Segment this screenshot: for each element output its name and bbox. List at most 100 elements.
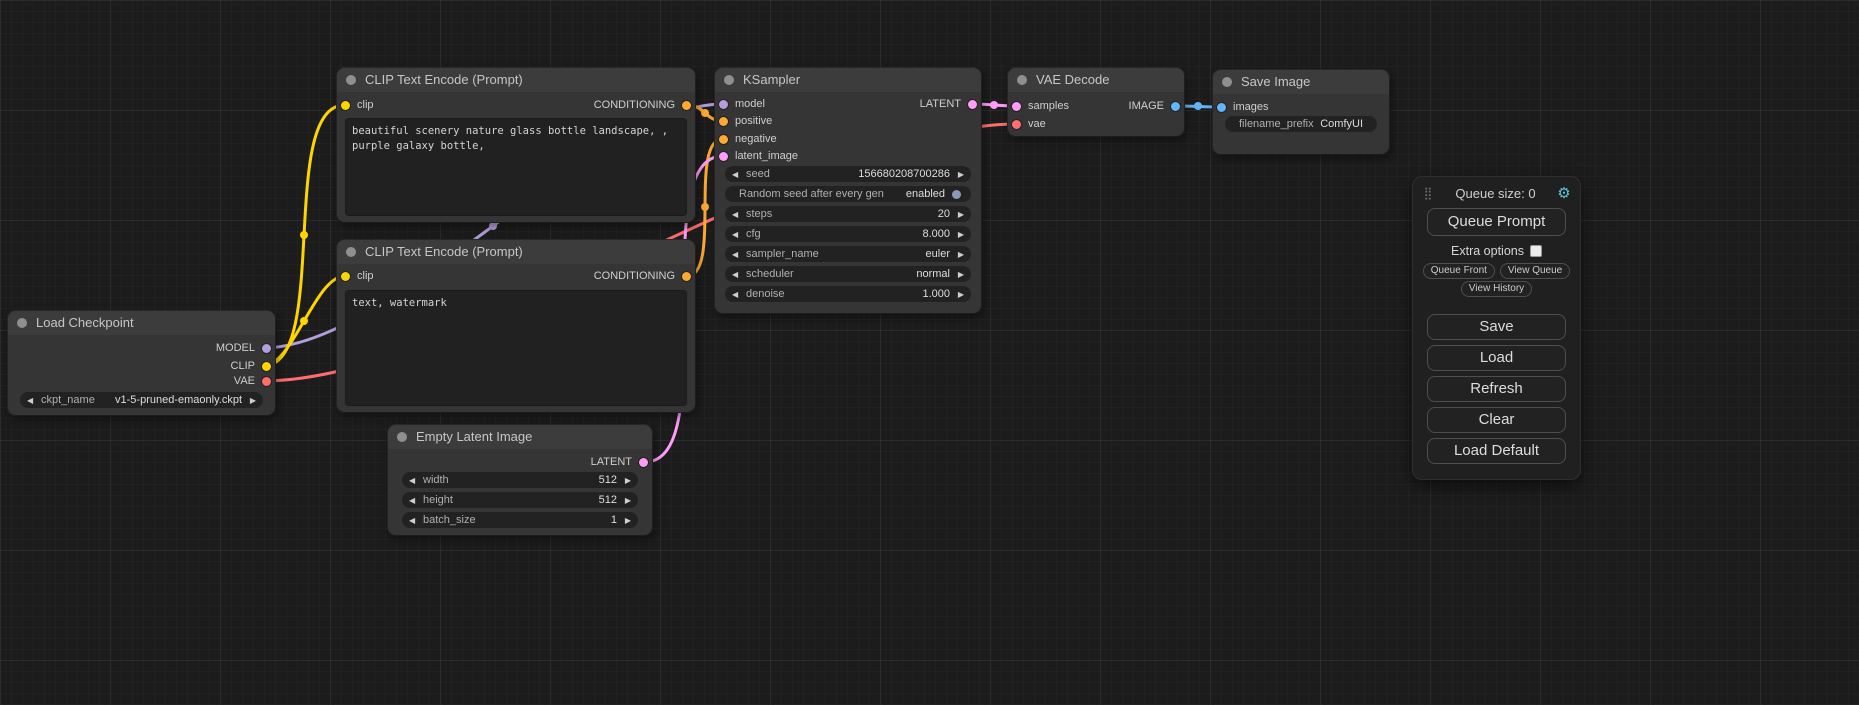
node-title-bar[interactable]: VAE Decode xyxy=(1008,68,1184,92)
node-title-bar[interactable]: Empty Latent Image xyxy=(388,425,652,449)
settings-gear-icon[interactable]: ⚙ xyxy=(1554,184,1574,202)
increment-arrow-icon[interactable]: ▶ xyxy=(954,170,964,179)
widget-filename-prefix[interactable]: filename_prefix ComfyUI xyxy=(1225,116,1377,132)
decrement-arrow-icon[interactable]: ◀ xyxy=(732,230,742,239)
collapse-dot-icon[interactable] xyxy=(1222,77,1232,87)
collapse-dot-icon[interactable] xyxy=(346,75,356,85)
increment-arrow-icon[interactable]: ▶ xyxy=(954,270,964,279)
input-slot-samples[interactable]: samples xyxy=(1012,99,1069,113)
collapse-dot-icon[interactable] xyxy=(346,247,356,257)
slot-dot[interactable] xyxy=(341,272,350,281)
decrement-arrow-icon[interactable]: ◀ xyxy=(732,210,742,219)
slot-dot[interactable] xyxy=(341,101,350,110)
output-slot-image[interactable]: IMAGE xyxy=(1129,99,1180,113)
output-slot-conditioning[interactable]: CONDITIONING xyxy=(594,98,691,112)
slot-dot[interactable] xyxy=(719,100,728,109)
decrement-arrow-icon[interactable]: ◀ xyxy=(409,496,419,505)
output-slot-clip[interactable]: CLIP xyxy=(231,359,271,373)
slot-dot[interactable] xyxy=(262,377,271,386)
decrement-arrow-icon[interactable]: ◀ xyxy=(27,396,37,405)
slot-dot[interactable] xyxy=(262,362,271,371)
increment-arrow-icon[interactable]: ▶ xyxy=(954,290,964,299)
input-slot-positive[interactable]: positive xyxy=(719,114,772,128)
node-save-image[interactable]: Save Image images filename_prefix ComfyU… xyxy=(1213,70,1389,154)
widget-sampler-name[interactable]: ◀ sampler_name euler ▶ xyxy=(725,246,971,262)
output-slot-conditioning[interactable]: CONDITIONING xyxy=(594,269,691,283)
slot-dot[interactable] xyxy=(719,135,728,144)
toggle-dot-icon[interactable] xyxy=(952,190,961,199)
input-slot-clip[interactable]: clip xyxy=(341,269,374,283)
widget-cfg[interactable]: ◀ cfg 8.000 ▶ xyxy=(725,226,971,242)
view-history-button[interactable]: View History xyxy=(1461,281,1532,297)
collapse-dot-icon[interactable] xyxy=(17,318,27,328)
extra-options-checkbox[interactable] xyxy=(1530,245,1542,257)
input-slot-images[interactable]: images xyxy=(1217,100,1268,114)
collapse-dot-icon[interactable] xyxy=(724,75,734,85)
prompt-textarea[interactable]: beautiful scenery nature glass bottle la… xyxy=(345,118,687,216)
output-slot-latent[interactable]: LATENT xyxy=(920,97,977,111)
node-ksampler[interactable]: KSampler model positive negative latent_… xyxy=(715,68,981,313)
node-empty-latent-image[interactable]: Empty Latent Image LATENT ◀ width 512 ▶ … xyxy=(388,425,652,535)
node-title-bar[interactable]: KSampler xyxy=(715,68,981,92)
input-slot-vae[interactable]: vae xyxy=(1012,117,1046,131)
slot-dot[interactable] xyxy=(639,458,648,467)
clear-button[interactable]: Clear xyxy=(1427,407,1566,433)
slot-dot[interactable] xyxy=(1012,120,1021,129)
load-button[interactable]: Load xyxy=(1427,345,1566,371)
save-button[interactable]: Save xyxy=(1427,314,1566,340)
output-slot-vae[interactable]: VAE xyxy=(234,374,271,388)
prompt-textarea[interactable]: text, watermark xyxy=(345,290,687,406)
widget-batch-size[interactable]: ◀ batch_size 1 ▶ xyxy=(402,512,638,528)
node-title-bar[interactable]: CLIP Text Encode (Prompt) xyxy=(337,68,695,92)
slot-dot[interactable] xyxy=(682,101,691,110)
widget-random-seed-toggle[interactable]: Random seed after every gen enabled xyxy=(725,186,971,202)
slot-dot[interactable] xyxy=(262,344,271,353)
node-title-bar[interactable]: Load Checkpoint xyxy=(8,311,275,335)
collapse-dot-icon[interactable] xyxy=(1017,75,1027,85)
node-title-bar[interactable]: CLIP Text Encode (Prompt) xyxy=(337,240,695,264)
node-graph-canvas[interactable]: Load Checkpoint MODEL CLIP VAE ◀ ckpt_na… xyxy=(0,0,1859,705)
increment-arrow-icon[interactable]: ▶ xyxy=(621,496,631,505)
widget-scheduler[interactable]: ◀ scheduler normal ▶ xyxy=(725,266,971,282)
queue-prompt-button[interactable]: Queue Prompt xyxy=(1427,208,1566,236)
widget-denoise[interactable]: ◀ denoise 1.000 ▶ xyxy=(725,286,971,302)
slot-dot[interactable] xyxy=(719,117,728,126)
increment-arrow-icon[interactable]: ▶ xyxy=(954,210,964,219)
view-queue-button[interactable]: View Queue xyxy=(1500,263,1570,279)
increment-arrow-icon[interactable]: ▶ xyxy=(954,230,964,239)
input-slot-latent-image[interactable]: latent_image xyxy=(719,149,798,163)
slot-dot[interactable] xyxy=(1012,102,1021,111)
collapse-dot-icon[interactable] xyxy=(397,432,407,442)
increment-arrow-icon[interactable]: ▶ xyxy=(621,516,631,525)
widget-width[interactable]: ◀ width 512 ▶ xyxy=(402,472,638,488)
refresh-button[interactable]: Refresh xyxy=(1427,376,1566,402)
slot-dot[interactable] xyxy=(682,272,691,281)
node-load-checkpoint[interactable]: Load Checkpoint MODEL CLIP VAE ◀ ckpt_na… xyxy=(8,311,275,415)
increment-arrow-icon[interactable]: ▶ xyxy=(954,250,964,259)
output-slot-latent[interactable]: LATENT xyxy=(591,455,648,469)
widget-steps[interactable]: ◀ steps 20 ▶ xyxy=(725,206,971,222)
slot-dot[interactable] xyxy=(1171,102,1180,111)
decrement-arrow-icon[interactable]: ◀ xyxy=(409,516,419,525)
node-vae-decode[interactable]: VAE Decode samples vae IMAGE xyxy=(1008,68,1184,136)
load-default-button[interactable]: Load Default xyxy=(1427,438,1566,464)
increment-arrow-icon[interactable]: ▶ xyxy=(621,476,631,485)
node-clip-text-encode-positive[interactable]: CLIP Text Encode (Prompt) clip CONDITION… xyxy=(337,68,695,222)
input-slot-clip[interactable]: clip xyxy=(341,98,374,112)
node-clip-text-encode-negative[interactable]: CLIP Text Encode (Prompt) clip CONDITION… xyxy=(337,240,695,412)
input-slot-negative[interactable]: negative xyxy=(719,132,777,146)
output-slot-model[interactable]: MODEL xyxy=(216,341,271,355)
increment-arrow-icon[interactable]: ▶ xyxy=(246,396,256,405)
decrement-arrow-icon[interactable]: ◀ xyxy=(732,290,742,299)
widget-height[interactable]: ◀ height 512 ▶ xyxy=(402,492,638,508)
slot-dot[interactable] xyxy=(719,152,728,161)
slot-dot[interactable] xyxy=(1217,103,1226,112)
widget-seed[interactable]: ◀ seed 156680208700286 ▶ xyxy=(725,166,971,182)
slot-dot[interactable] xyxy=(968,100,977,109)
decrement-arrow-icon[interactable]: ◀ xyxy=(409,476,419,485)
queue-front-button[interactable]: Queue Front xyxy=(1423,263,1495,279)
decrement-arrow-icon[interactable]: ◀ xyxy=(732,250,742,259)
decrement-arrow-icon[interactable]: ◀ xyxy=(732,270,742,279)
decrement-arrow-icon[interactable]: ◀ xyxy=(732,170,742,179)
widget-ckpt-name[interactable]: ◀ ckpt_name v1-5-pruned-emaonly.ckpt ▶ xyxy=(20,392,263,408)
